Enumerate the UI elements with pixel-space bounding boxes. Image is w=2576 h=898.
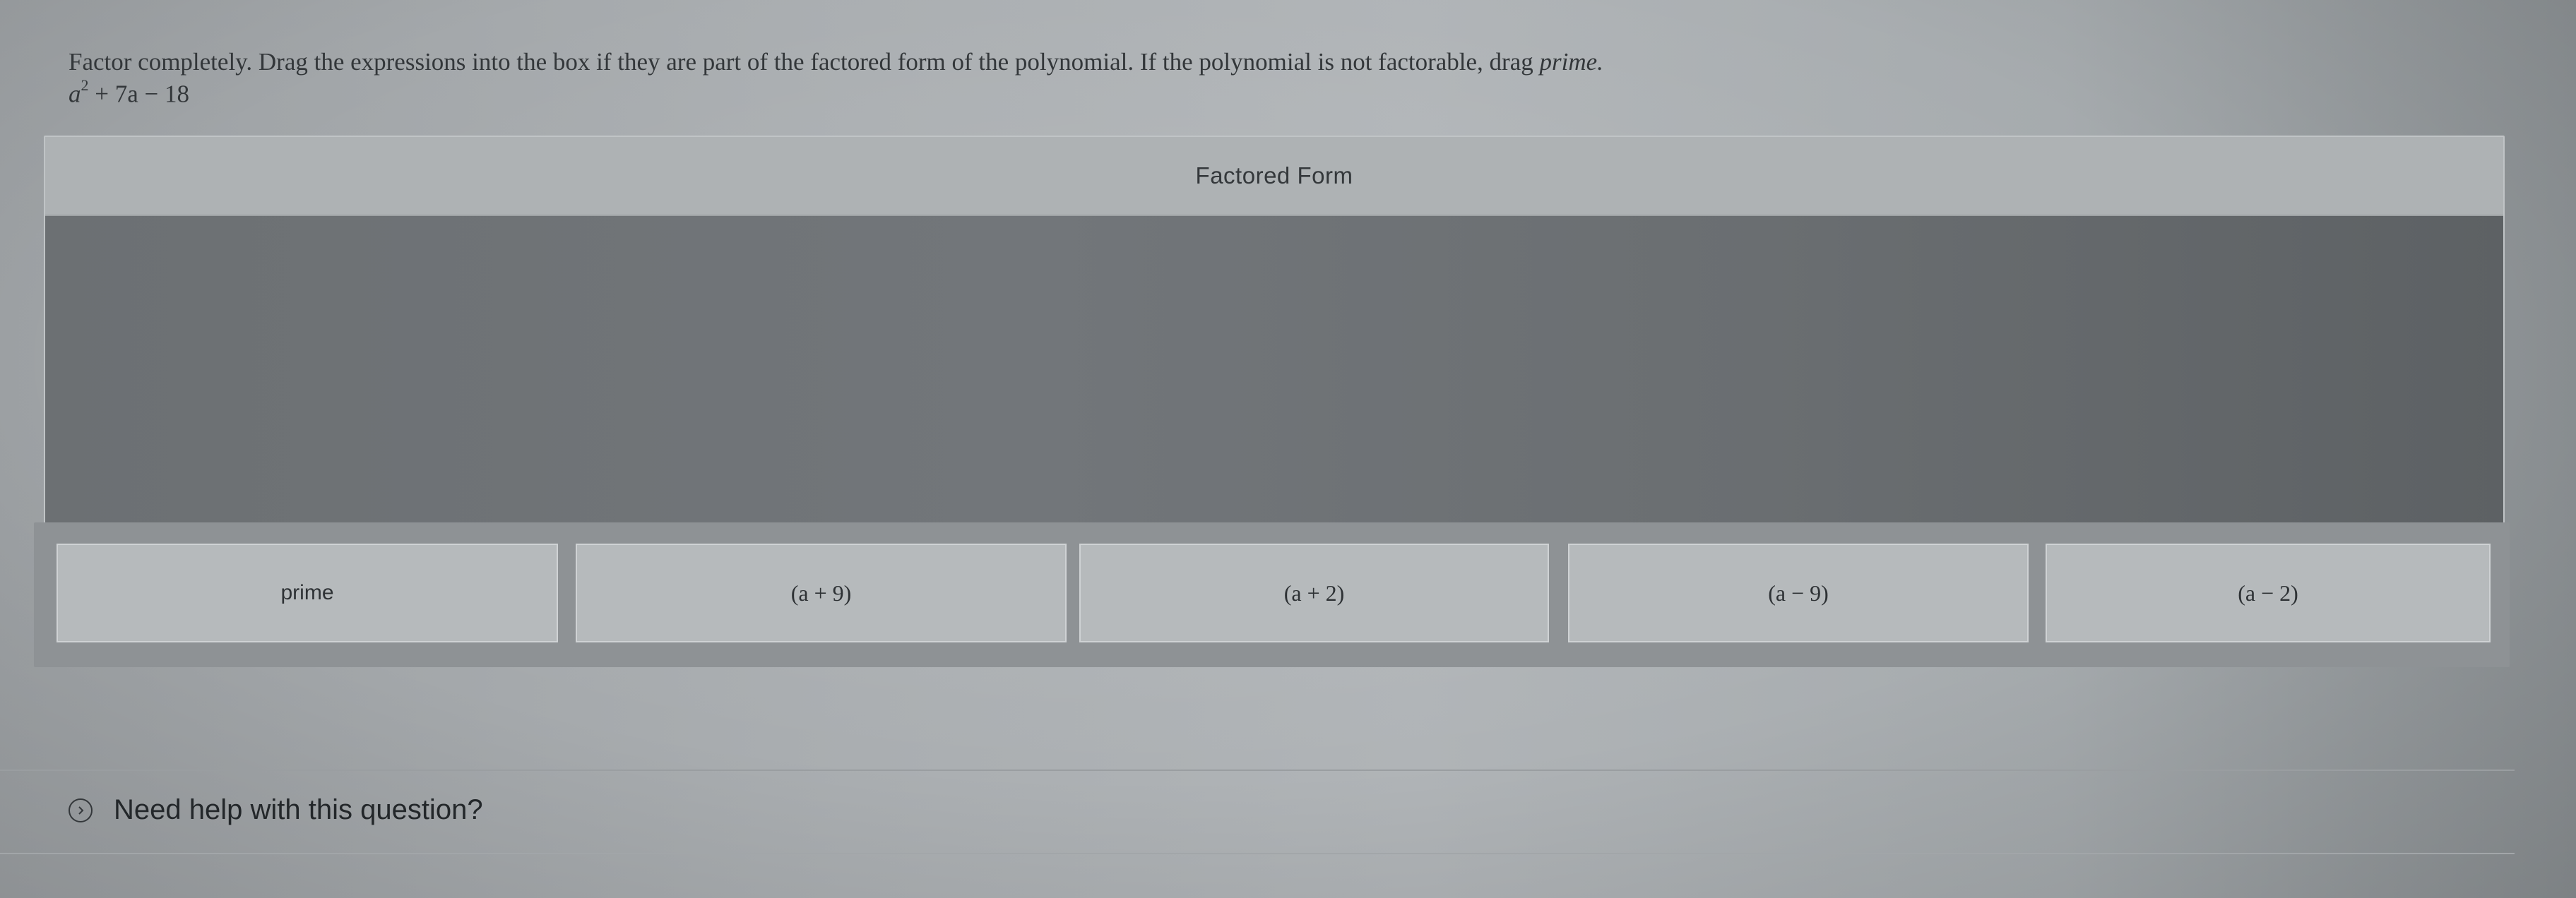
tile-prime[interactable]: prime [57, 544, 558, 642]
tile-a-plus-2[interactable]: (a + 2) [1079, 544, 1549, 642]
dropzone-header: Factored Form [45, 137, 2503, 216]
instruction-prime-word: prime. [1539, 48, 1603, 76]
polynomial-remainder: + 7a − 18 [95, 80, 190, 108]
dropzone-title: Factored Form [1195, 162, 1353, 188]
tile-label: (a − 9) [1768, 580, 1829, 606]
polynomial-exponent: 2 [81, 76, 89, 94]
help-toggle[interactable]: Need help with this question? [69, 794, 483, 826]
answer-tile-tray: prime (a + 9) (a + 2) (a − 9) (a − 2) [34, 522, 2510, 667]
tile-a-minus-2[interactable]: (a − 2) [2046, 544, 2491, 642]
tile-label: (a + 9) [790, 580, 852, 606]
help-label: Need help with this question? [114, 794, 483, 825]
question-instruction: Factor completely. Drag the expressions … [69, 48, 1603, 76]
tile-label: (a + 2) [1283, 580, 1345, 606]
tile-a-minus-9[interactable]: (a − 9) [1568, 544, 2029, 642]
dropzone-drop-area[interactable] [45, 216, 2503, 532]
tile-label: (a − 2) [2238, 580, 2298, 606]
chevron-right-circle-icon [69, 798, 93, 822]
polynomial-expression: a2 + 7a − 18 [69, 76, 190, 109]
factored-form-dropzone[interactable]: Factored Form [44, 136, 2505, 534]
tile-a-plus-9[interactable]: (a + 9) [576, 544, 1067, 642]
tile-label: prime [280, 581, 334, 604]
bottom-divider [0, 853, 2515, 854]
instruction-text: Factor completely. Drag the expressions … [69, 48, 1533, 76]
polynomial-variable: a [69, 80, 81, 108]
section-divider [0, 770, 2515, 771]
